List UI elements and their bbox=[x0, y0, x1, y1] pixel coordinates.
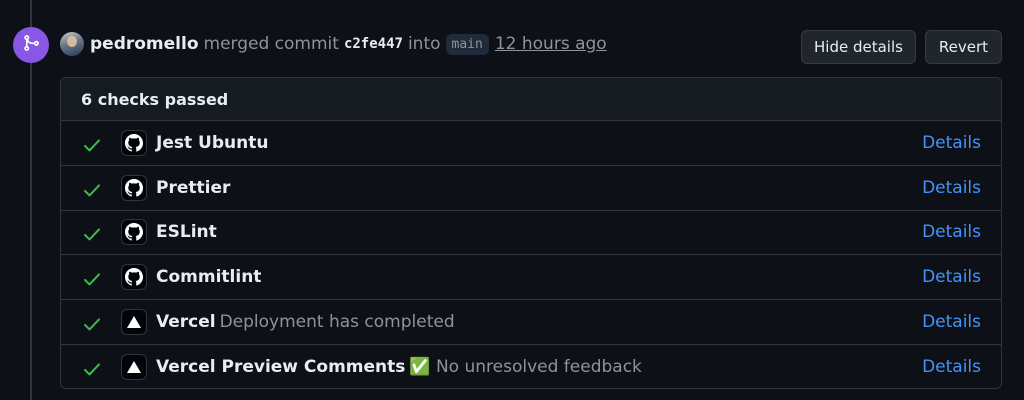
github-icon bbox=[121, 219, 147, 246]
into-text: into bbox=[407, 34, 441, 54]
details-link[interactable]: Details bbox=[922, 267, 981, 287]
details-link[interactable]: Details bbox=[922, 357, 981, 377]
check-name: ESLint bbox=[156, 222, 217, 243]
check-icon bbox=[83, 272, 101, 286]
check-icon bbox=[83, 227, 101, 241]
check-label: Commitlint bbox=[156, 267, 265, 287]
check-label: Prettier bbox=[156, 178, 234, 198]
check-description: ✅ No unresolved feedback bbox=[409, 357, 642, 378]
details-link[interactable]: Details bbox=[922, 312, 981, 332]
check-label: ESLint bbox=[156, 222, 221, 242]
check-row: Prettier Details bbox=[61, 166, 1001, 211]
merge-event-header: pedromello merged commit c2fe447 into ma… bbox=[60, 28, 607, 60]
checks-summary: 6 checks passed bbox=[61, 78, 1001, 121]
check-label: Vercel Deployment has completed bbox=[156, 312, 455, 332]
checks-list: Jest Ubuntu Details Prettier Details ESLint D… bbox=[61, 121, 1001, 388]
merge-badge bbox=[13, 27, 49, 63]
hide-details-button[interactable]: Hide details bbox=[801, 30, 916, 64]
check-icon bbox=[83, 182, 101, 197]
github-icon bbox=[121, 174, 147, 201]
check-row: Vercel Deployment has completed Details bbox=[61, 300, 1001, 345]
vercel-icon bbox=[121, 309, 147, 336]
details-link[interactable]: Details bbox=[922, 222, 981, 242]
github-icon bbox=[121, 264, 147, 291]
avatar[interactable] bbox=[60, 32, 84, 56]
action-text: merged commit bbox=[203, 34, 339, 54]
check-name: Commitlint bbox=[156, 267, 262, 288]
check-name: Vercel Preview Comments bbox=[156, 357, 406, 378]
vercel-icon bbox=[121, 354, 147, 381]
commit-sha-link[interactable]: c2fe447 bbox=[344, 36, 403, 52]
check-row: ESLint Details bbox=[61, 211, 1001, 256]
check-description: Deployment has completed bbox=[219, 312, 455, 333]
check-icon bbox=[83, 137, 101, 152]
check-icon bbox=[83, 316, 101, 331]
checks-panel: 6 checks passed Jest Ubuntu Details Pretti… bbox=[60, 77, 1002, 389]
check-row: Vercel Preview Comments ✅ No unresolved f… bbox=[61, 345, 1001, 388]
details-link[interactable]: Details bbox=[922, 178, 981, 198]
git-merge-icon bbox=[22, 34, 40, 56]
github-icon bbox=[121, 129, 147, 156]
timestamp-link[interactable]: 12 hours ago bbox=[495, 34, 607, 54]
check-row: Jest Ubuntu Details bbox=[61, 121, 1001, 166]
revert-button[interactable]: Revert bbox=[925, 30, 1002, 64]
branch-label[interactable]: main bbox=[445, 33, 489, 55]
details-link[interactable]: Details bbox=[922, 133, 981, 153]
username-link[interactable]: pedromello bbox=[90, 34, 199, 54]
check-label: Jest Ubuntu bbox=[156, 133, 272, 153]
check-icon bbox=[83, 362, 101, 376]
check-label: Vercel Preview Comments ✅ No unresolved f… bbox=[156, 357, 642, 377]
check-name: Vercel bbox=[156, 312, 216, 333]
check-name: Jest Ubuntu bbox=[156, 132, 269, 153]
check-row: Commitlint Details bbox=[61, 255, 1001, 301]
check-name: Prettier bbox=[156, 177, 231, 198]
